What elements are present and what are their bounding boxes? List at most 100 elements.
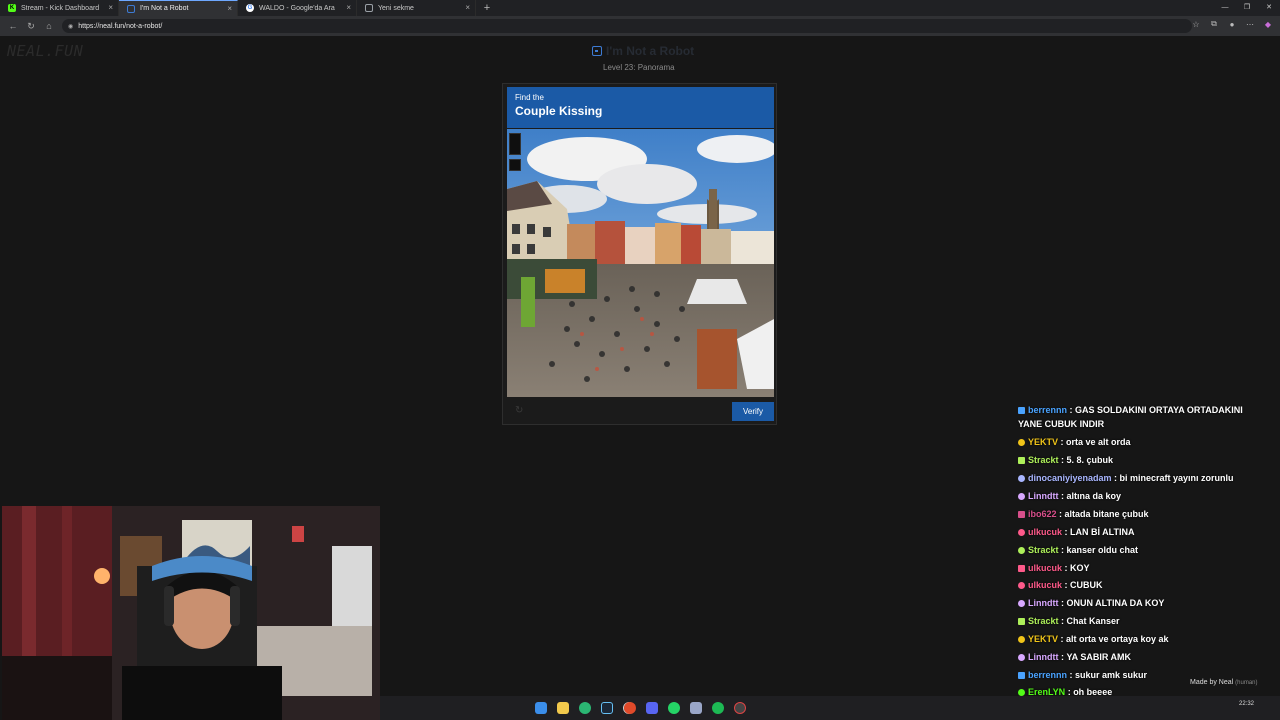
chat-badge-icon	[1018, 438, 1025, 446]
close-window-icon[interactable]: ✕	[1258, 0, 1280, 16]
robot-icon	[127, 4, 135, 13]
captcha-widget: Find the Couple Kissing ↻ Verify	[502, 83, 777, 425]
made-by-credit[interactable]: Made by Neal (human)	[1190, 679, 1258, 686]
chat-username[interactable]: berrennn	[1028, 670, 1067, 680]
chat-username[interactable]: ulkucuk	[1028, 563, 1062, 573]
spotify-icon[interactable]	[712, 702, 724, 714]
chat-message: berrennn : GAS SOLDAKINI ORTAYA ORTADAKI…	[1018, 405, 1243, 415]
window-controls: — ❐ ✕	[1214, 0, 1280, 16]
chat-text: kanser oldu chat	[1066, 545, 1139, 555]
chat-message: ibo622 : altada bitane çubuk	[1018, 509, 1149, 519]
chat-separator: :	[1062, 527, 1071, 537]
chat-badge-icon	[1018, 564, 1025, 572]
tab-label: WALDO - Google'da Ara	[259, 4, 335, 12]
windows-start-icon[interactable]	[535, 702, 547, 714]
zoom-out-button[interactable]	[509, 159, 521, 171]
chat-username[interactable]: Linndtt	[1028, 491, 1059, 501]
tab-kick-dashboard[interactable]: K Stream - Kick Dashboard ×	[0, 0, 119, 16]
settings-icon[interactable]	[734, 702, 746, 714]
refresh-icon[interactable]: ↻	[515, 405, 523, 416]
extensions-icon[interactable]: ⧉	[1208, 19, 1220, 29]
maximize-icon[interactable]: ❐	[1236, 0, 1258, 16]
toolbar-actions: ☆ ⧉ ● ⋯ ◆	[1190, 19, 1274, 29]
chat-separator: :	[1111, 473, 1120, 483]
chat-username[interactable]: dinocaniyiyenadam	[1028, 473, 1112, 483]
windows-taskbar: 22:32	[380, 696, 1280, 720]
chat-message: Linndtt : YA SABIR AMK	[1018, 652, 1131, 662]
home-icon[interactable]: ⌂	[40, 21, 58, 31]
chat-text: alt orta ve ortaya koy ak	[1066, 634, 1169, 644]
address-bar[interactable]: ◉ https://neal.fun/not-a-robot/	[62, 19, 1192, 33]
new-tab-button[interactable]: +	[480, 2, 494, 14]
chat-badge-icon	[1018, 474, 1025, 482]
close-icon[interactable]: ×	[227, 5, 232, 13]
chat-text: altada bitane çubuk	[1064, 509, 1149, 519]
panorama-image[interactable]	[507, 129, 774, 397]
chat-message: Strackt : 5. 8. çubuk	[1018, 455, 1113, 465]
chat-badge-icon	[1018, 406, 1025, 414]
chat-username[interactable]: ulkucuk	[1028, 527, 1062, 537]
chat-separator: :	[1067, 405, 1076, 415]
chat-text: altına da koy	[1066, 491, 1122, 501]
minimize-icon[interactable]: —	[1214, 0, 1236, 16]
chat-text: GAS SOLDAKINI ORTAYA ORTADAKINI	[1075, 405, 1243, 415]
close-icon[interactable]: ×	[465, 4, 470, 12]
chat-badge-icon	[1018, 456, 1025, 464]
close-icon[interactable]: ×	[346, 4, 351, 12]
chat-message: berrennn : sukur amk sukur	[1018, 670, 1147, 680]
chat-username[interactable]: Linndtt	[1028, 652, 1059, 662]
profile-icon[interactable]: ●	[1226, 20, 1238, 29]
chat-badge-icon	[1018, 688, 1025, 696]
tab-label: Stream - Kick Dashboard	[21, 4, 100, 12]
star-icon[interactable]: ☆	[1190, 20, 1202, 29]
whatsapp-icon[interactable]	[668, 702, 680, 714]
chat-overlay: berrennn : GAS SOLDAKINI ORTAYA ORTADAKI…	[1014, 403, 1280, 720]
newtab-icon	[365, 4, 373, 12]
chat-text: orta ve alt orda	[1066, 437, 1131, 447]
tools-icon[interactable]	[690, 702, 702, 714]
chat-text: 5. 8. çubuk	[1066, 455, 1114, 465]
chat-username[interactable]: Strackt	[1028, 455, 1059, 465]
chat-separator: :	[1058, 545, 1067, 555]
chat-message: YEKTV : alt orta ve ortaya koy ak	[1018, 634, 1169, 644]
chat-message: dinocaniyiyenadam : bi minecraft yayını …	[1018, 473, 1234, 483]
chat-badge-icon	[1018, 599, 1025, 607]
zoom-in-button[interactable]	[509, 133, 521, 155]
site-logo[interactable]: NEAL.FUN	[7, 42, 83, 60]
menu-icon[interactable]: ⋯	[1244, 20, 1256, 29]
chat-username[interactable]: Strackt	[1028, 545, 1059, 555]
chat-username[interactable]: Strackt	[1028, 616, 1059, 626]
browser-toolbar: ← ↻ ⌂ ◉ https://neal.fun/not-a-robot/ ☆ …	[0, 16, 1280, 36]
chat-username[interactable]: YEKTV	[1028, 437, 1058, 447]
edge-icon[interactable]	[579, 702, 591, 714]
close-icon[interactable]: ×	[108, 4, 113, 12]
chat-badge-icon	[1018, 546, 1025, 554]
copilot-icon[interactable]: ◆	[1262, 20, 1274, 29]
tab-not-a-robot[interactable]: I'm Not a Robot ×	[119, 0, 238, 16]
chat-username[interactable]: ibo622	[1028, 509, 1057, 519]
panorama-scene	[507, 129, 774, 397]
chat-badge-icon	[1018, 528, 1025, 536]
discord-icon[interactable]	[646, 702, 658, 714]
chat-message: ulkucuk : KOY	[1018, 563, 1090, 573]
red-app-icon[interactable]	[624, 702, 636, 714]
chat-separator: :	[1062, 580, 1071, 590]
back-icon[interactable]: ←	[4, 21, 22, 31]
chat-username[interactable]: YEKTV	[1028, 634, 1058, 644]
chat-username[interactable]: Linndtt	[1028, 598, 1059, 608]
tab-waldo-search[interactable]: G WALDO - Google'da Ara ×	[238, 0, 357, 16]
verify-button[interactable]: Verify	[732, 402, 774, 421]
steam-icon[interactable]	[601, 702, 613, 714]
chat-badge-icon	[1018, 635, 1025, 643]
chat-username[interactable]: ulkucuk	[1028, 580, 1062, 590]
site-info-icon[interactable]: ◉	[68, 23, 73, 30]
chat-text: CUBUK	[1070, 580, 1103, 590]
tab-new-tab[interactable]: Yeni sekme ×	[357, 0, 476, 16]
chat-text: bi minecraft yayını zorunlu	[1119, 473, 1234, 483]
chat-text: YANE CUBUK INDIR	[1018, 419, 1105, 429]
reload-icon[interactable]: ↻	[22, 21, 40, 32]
file-explorer-icon[interactable]	[557, 702, 569, 714]
chat-text: Chat Kanser	[1066, 616, 1120, 626]
chat-username[interactable]: berrennn	[1028, 405, 1067, 415]
taskbar-clock[interactable]: 22:32	[1239, 700, 1254, 708]
